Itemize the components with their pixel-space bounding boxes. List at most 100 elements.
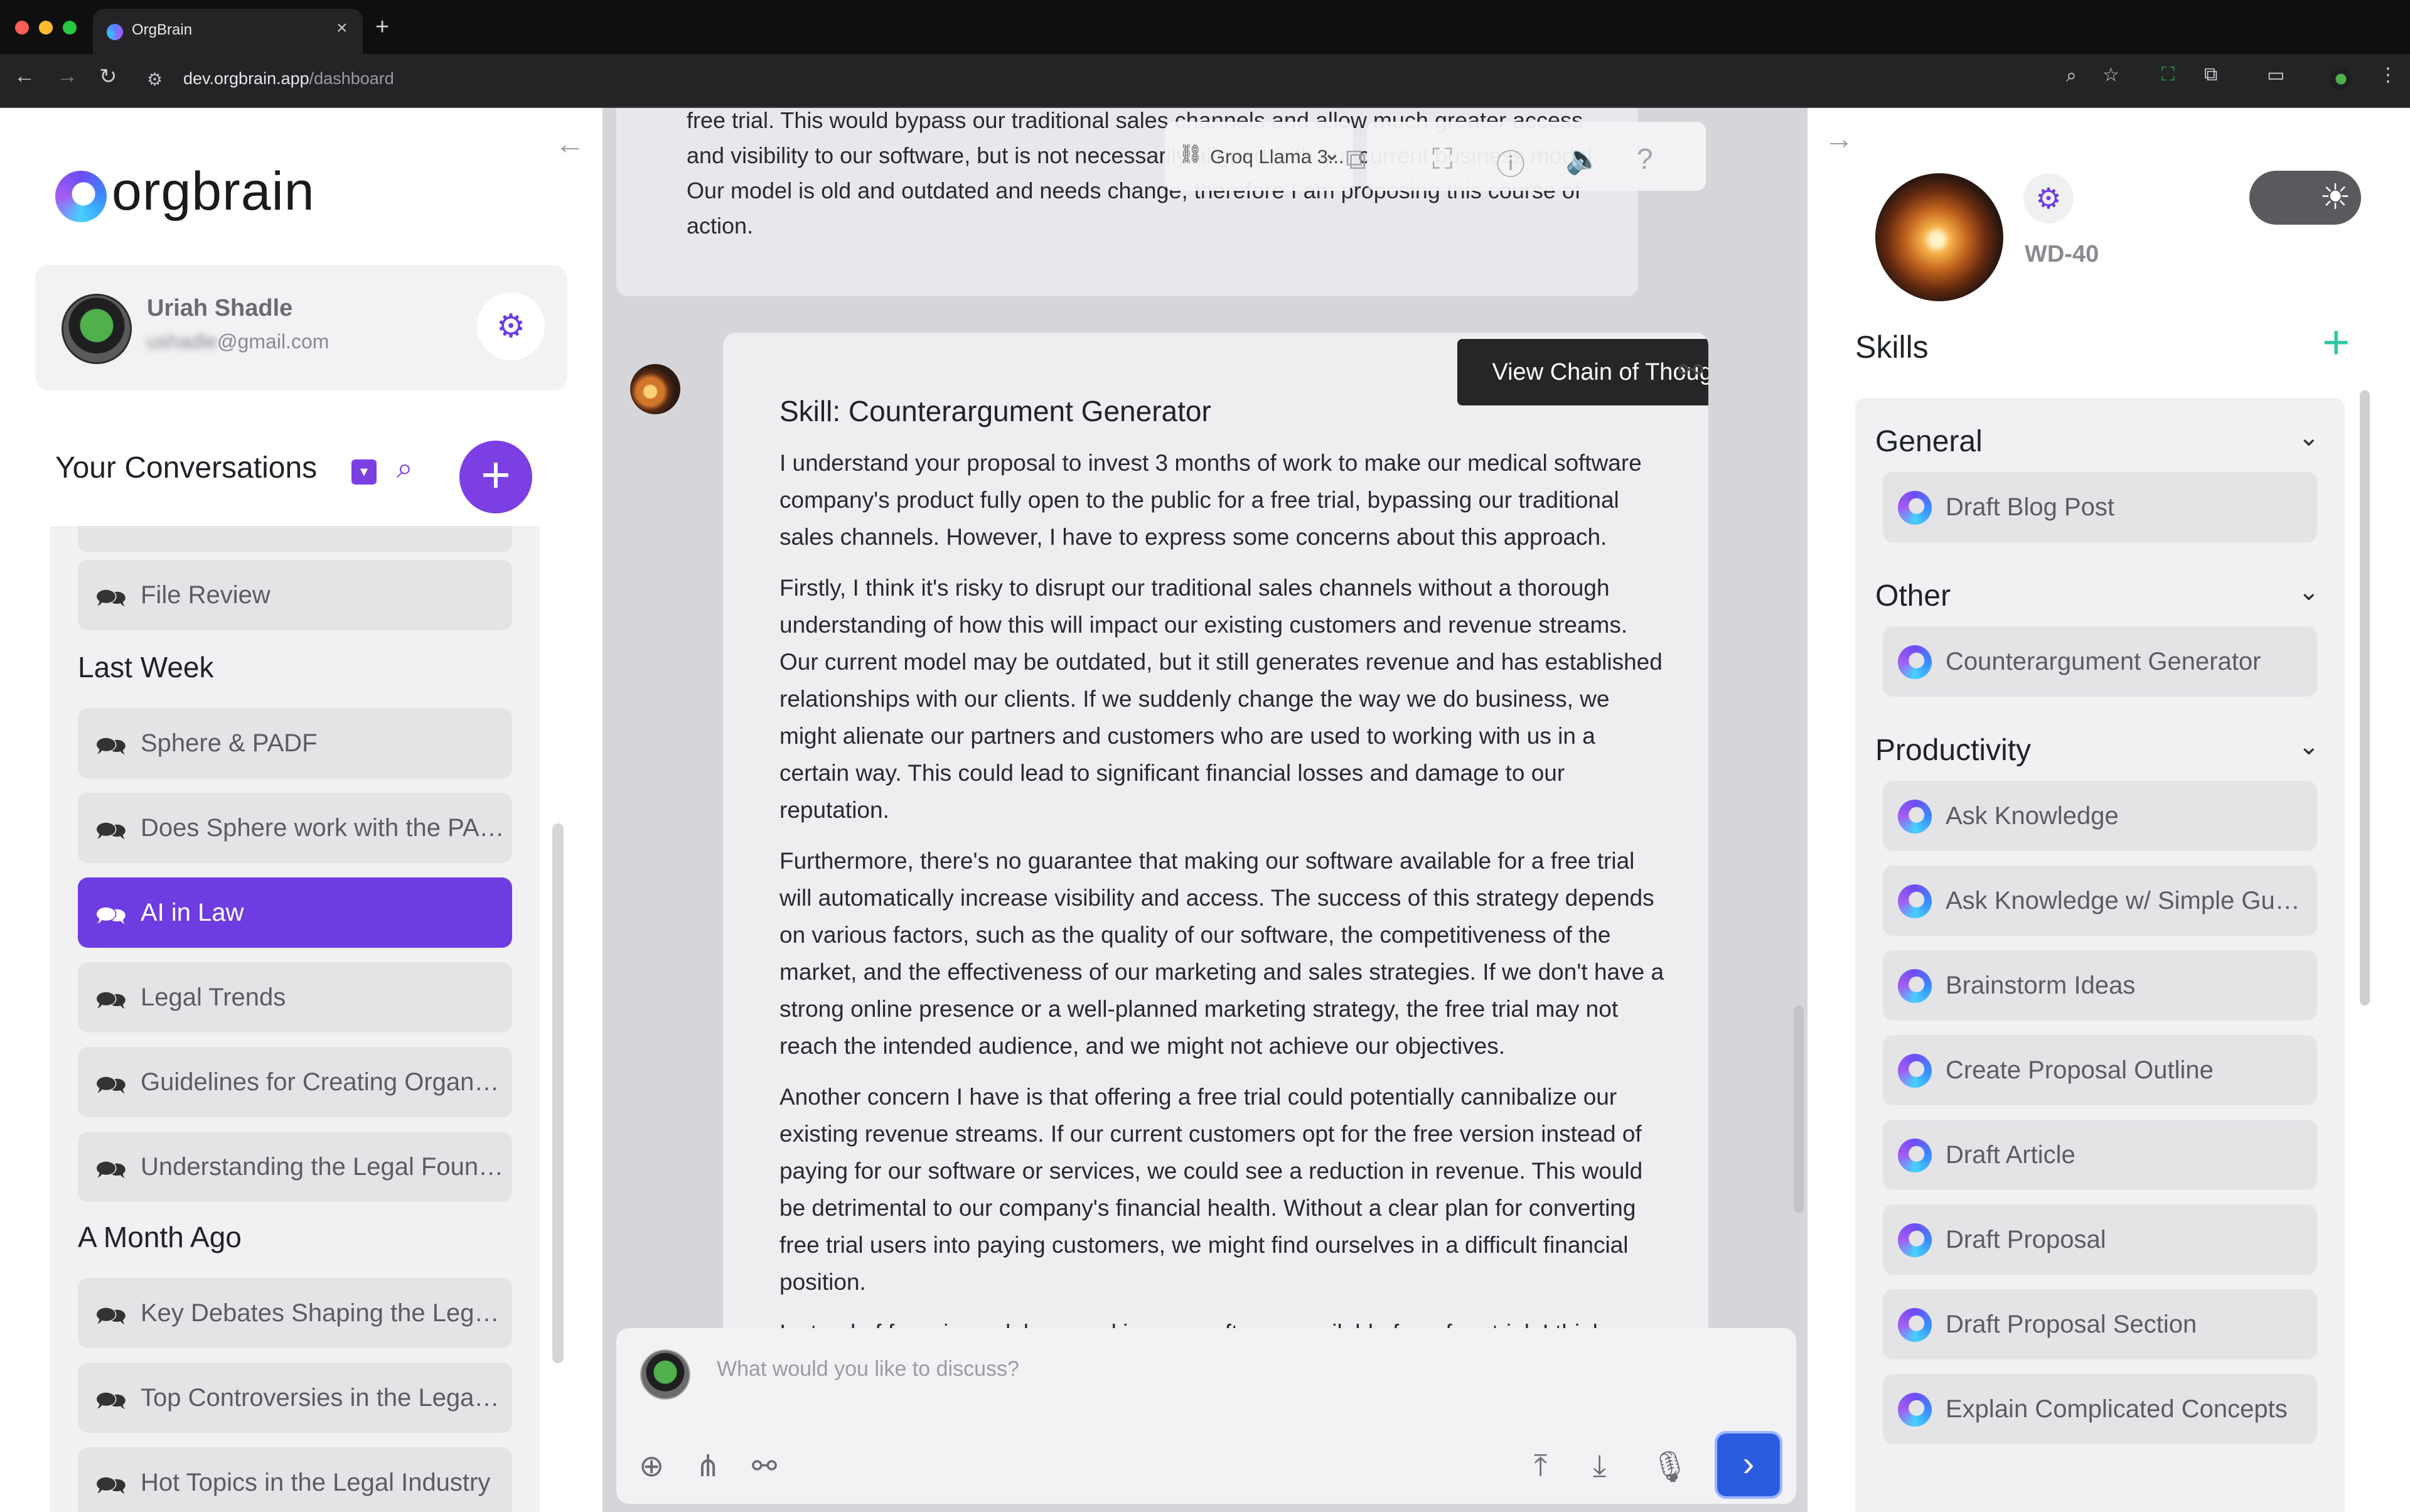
browser-tab[interactable]: OrgBrain × [93,9,363,54]
web-search-icon[interactable]: ⊕ [639,1449,664,1484]
skill-item[interactable]: Create Proposal Outline [1883,1035,2317,1105]
chat-bubble-icon: 🗪 [95,1071,127,1099]
skill-item[interactable]: Counterargument Generator [1883,626,2317,697]
chain-of-thought-icon[interactable]: ⚯ [1678,353,1703,388]
message-input[interactable]: What would you like to discuss? [717,1357,1019,1381]
conversation-item[interactable]: 🗪 Understanding the Legal Foundations [78,1132,512,1202]
back-icon[interactable]: ← [14,64,35,88]
info-icon[interactable]: ⓘ [1496,142,1525,183]
conversation-item[interactable]: 🗪 Does Sphere work with the PADF? [78,793,512,863]
conversation-item[interactable] [78,526,512,552]
add-skill-button[interactable]: + [2322,315,2350,370]
browser-toolbar: ← → ↻ ⚙ dev.orgbrain.app/dashboard ⌕ ☆ ⛶… [0,54,2410,108]
skill-item[interactable]: Draft Blog Post [1883,472,2317,542]
archive-icon[interactable]: ▾ [351,459,377,485]
skills-list[interactable]: General ⌄ Draft Blog Post Other ⌄ Counte… [1855,398,2345,1512]
url-path: /dashboard [309,69,394,88]
upload-icon[interactable]: ⤒ [1534,1449,1547,1484]
send-button[interactable]: › [1715,1431,1782,1499]
graph-nodes-icon[interactable]: ⚯ [752,1449,777,1484]
download-icon[interactable]: ⤓ [1593,1449,1606,1484]
chat-bubble-icon: 🗪 [95,987,127,1014]
tab-search-icon[interactable]: ▭ [2267,64,2284,86]
conversation-item-active[interactable]: 🗪 AI in Law [78,877,512,948]
chevron-down-icon[interactable]: ⌄ [2298,732,2320,761]
profile-avatar-icon[interactable] [2330,68,2352,90]
skill-label: Create Proposal Outline [1946,1056,2214,1084]
chat-bubble-icon: 🗪 [95,732,127,760]
conversation-scrollbar[interactable] [552,823,564,1363]
skill-item[interactable]: Brainstorm Ideas [1883,950,2317,1021]
chat-toolbar: ⧉ ⛶ ⓘ 🔈 ? [1346,122,1706,191]
chevron-down-icon[interactable]: ⌄ [2298,423,2320,452]
new-conversation-button[interactable]: + [459,441,532,513]
window-zoom-dot[interactable] [63,21,77,35]
agent-settings-gear-icon[interactable]: ⚙ [2023,173,2074,223]
skill-group-general[interactable]: General [1875,424,1983,459]
model-selector[interactable]: ⛓ Groq Llama 3... ⌄ [1165,122,1353,191]
fullscreen-icon[interactable]: ⛶ [1432,142,1452,177]
collapse-sidebar-icon[interactable]: ← [555,127,585,161]
site-info-icon[interactable]: ⚙ [147,69,163,90]
conversation-list[interactable]: 🗪 File Review Last Week 🗪 Sphere & PADF … [50,526,540,1512]
skill-label: Draft Article [1946,1141,2075,1169]
conversation-item[interactable]: 🗪 File Review [78,560,512,630]
orgbrain-skill-icon [1898,969,1932,1003]
chat-bubble-icon: 🗪 [95,1472,127,1499]
orgbrain-skill-icon [1898,1308,1932,1342]
chat-bubble-icon: 🗪 [95,902,127,930]
skill-group-productivity[interactable]: Productivity [1875,733,2031,768]
zoom-icon[interactable]: ⌕ [2066,65,2077,87]
new-tab-button[interactable]: + [375,14,389,41]
skill-item[interactable]: Draft Proposal [1883,1204,2317,1275]
skill-label: Draft Proposal [1946,1226,2106,1253]
browser-menu-icon[interactable]: ⋮ [2379,64,2397,86]
skill-group-other[interactable]: Other [1875,579,1951,613]
skill-item[interactable]: Ask Knowledge [1883,781,2317,851]
user-settings-gear-icon[interactable]: ⚙ [477,292,545,360]
bookmark-star-icon[interactable]: ☆ [2102,64,2119,86]
skill-item[interactable]: Explain Complicated Concepts [1883,1374,2317,1444]
search-icon[interactable]: ⌕ [397,451,413,486]
user-avatar [62,294,132,364]
url-text: dev.orgbrain.app/dashboard [183,69,394,88]
skill-item[interactable]: Draft Proposal Section [1883,1289,2317,1359]
collapse-right-panel-icon[interactable]: → [1824,122,1854,156]
composer-avatar [640,1349,690,1400]
skill-item[interactable]: Ask Knowledge w/ Simple Guardrails [1883,866,2317,936]
skills-scrollbar[interactable] [2360,390,2370,1005]
window-minimize-dot[interactable] [39,21,53,35]
skill-item[interactable]: Draft Article [1883,1120,2317,1190]
chevron-down-icon[interactable]: ⌄ [2298,577,2320,606]
speaker-icon[interactable]: 🔈 [1565,142,1601,176]
conversation-item[interactable]: 🗪 Key Debates Shaping the Legal Field [78,1278,512,1348]
message-paragraph: Another concern I have is that offering … [779,1084,1643,1295]
compare-icon[interactable]: ⧉ [1346,142,1366,177]
assistant-message: Skill: Counterargument Generator I under… [723,333,1708,1431]
conversation-item[interactable]: 🗪 Top Controversies in the Legal Industr… [78,1363,512,1433]
screen-capture-icon[interactable]: ⛶ [2161,64,2175,85]
conversation-item[interactable]: 🗪 Sphere & PADF [78,708,512,778]
message-paragraph: Furthermore, there's no guarantee that m… [779,848,1664,1059]
chat-scrollbar[interactable] [1794,1005,1804,1213]
microphone-icon[interactable]: 🎙 [1651,1449,1689,1484]
conversation-item[interactable]: 🗪 Guidelines for Creating Organizational… [78,1047,512,1117]
address-bar[interactable]: ⚙ dev.orgbrain.app/dashboard [134,62,2268,97]
user-email-domain: @gmail.com [217,330,329,353]
agent-name: WD-40 [2025,241,2099,267]
skill-label: Draft Blog Post [1946,493,2115,521]
forward-icon[interactable]: → [56,64,78,88]
extensions-icon[interactable]: ⧉ [2204,64,2217,85]
help-icon[interactable]: ? [1637,142,1653,176]
theme-toggle[interactable]: ☀ [2249,171,2361,225]
reload-icon[interactable]: ↻ [99,64,117,89]
orgbrain-logo-icon [55,171,107,222]
window-close-dot[interactable] [15,21,29,35]
message-paragraph: I understand your proposal to invest 3 m… [779,450,1642,550]
orgbrain-skill-icon [1898,645,1932,679]
workflow-icon[interactable]: ⋔ [695,1449,720,1484]
conversation-item[interactable]: 🗪 Hot Topics in the Legal Industry [78,1447,512,1512]
conversations-heading: Your Conversations [55,451,318,485]
conversation-item[interactable]: 🗪 Legal Trends [78,962,512,1032]
tab-close-icon[interactable]: × [336,18,348,39]
